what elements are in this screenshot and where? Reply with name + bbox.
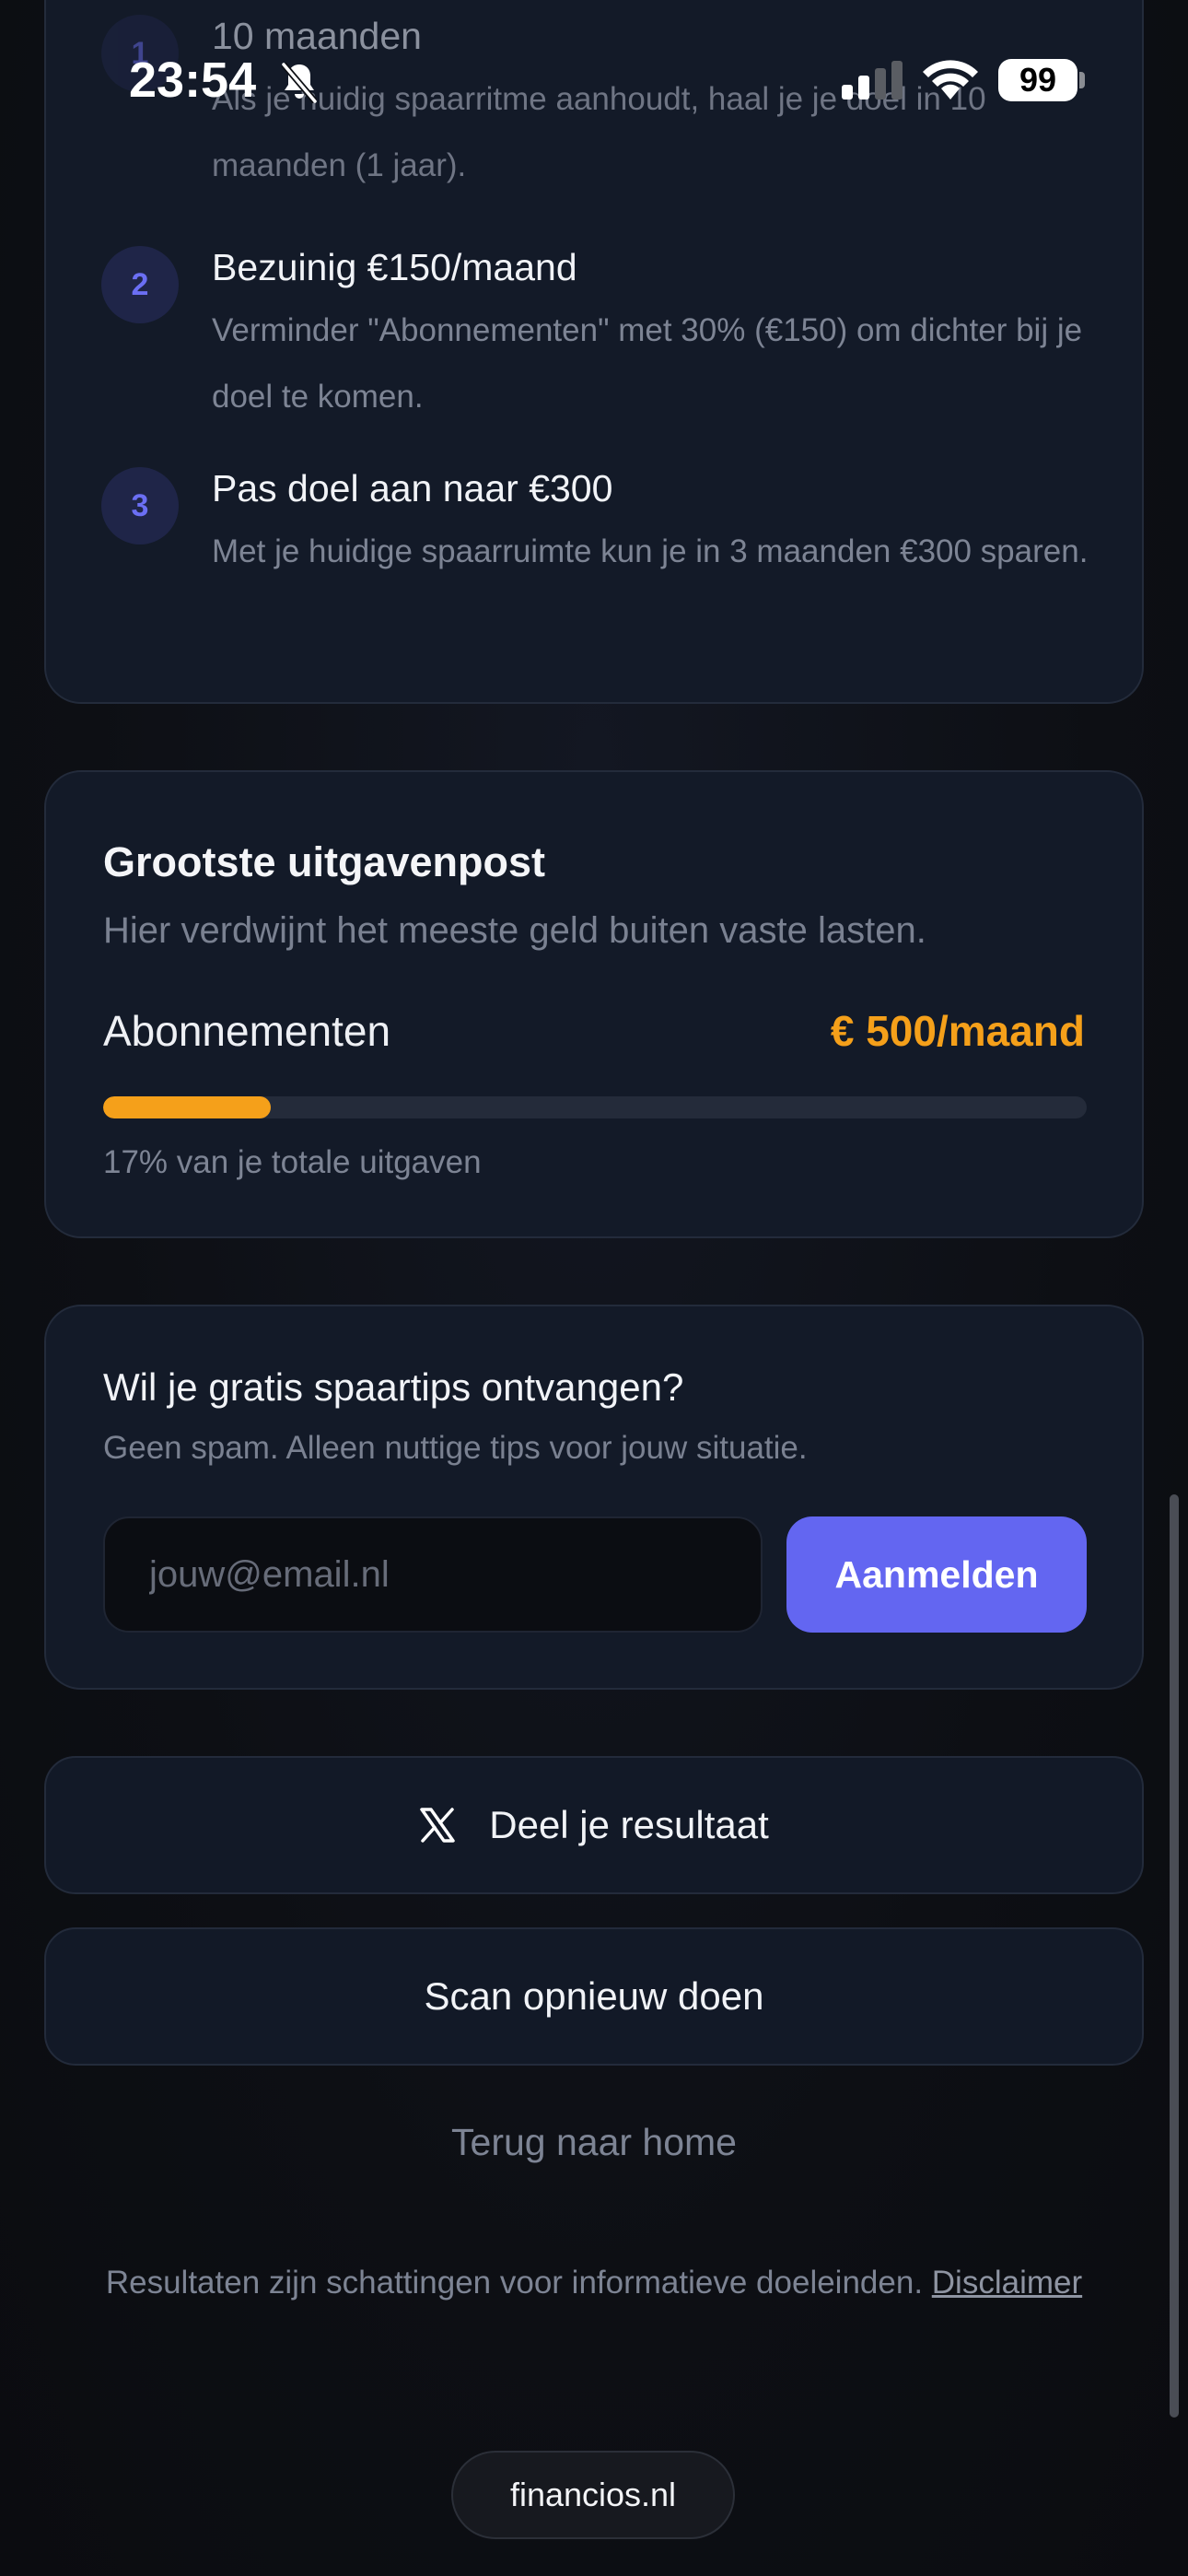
step-title: Pas doel aan naar €300 xyxy=(212,467,613,509)
browser-address-pill[interactable]: financios.nl xyxy=(451,2451,735,2539)
email-input[interactable] xyxy=(103,1516,763,1633)
share-result-button[interactable]: Deel je resultaat xyxy=(44,1756,1144,1894)
step-number-badge: 2 xyxy=(101,246,179,323)
expense-share-fill xyxy=(103,1096,271,1118)
expense-share-note: 17% van je totale uitgaven xyxy=(103,1144,482,1180)
expense-amount: € 500/maand xyxy=(830,1007,1085,1055)
disclaimer-footer: Resultaten zijn schattingen voor informa… xyxy=(0,2265,1188,2301)
bell-slash-icon xyxy=(281,62,318,104)
x-logo-icon xyxy=(420,1808,455,1843)
status-bar: 23:54 99 xyxy=(0,0,1188,157)
subscribe-button[interactable]: Aanmelden xyxy=(786,1516,1087,1633)
back-home-link[interactable]: Terug naar home xyxy=(0,2121,1188,2164)
status-time: 23:54 xyxy=(129,53,257,108)
newsletter-card: Wil je gratis spaartips ontvangen? Geen … xyxy=(44,1305,1144,1690)
rescan-label: Scan opnieuw doen xyxy=(424,1974,764,2018)
expense-category: Abonnementen xyxy=(103,1007,391,1055)
step-description: Met je huidige spaarruimte kun je in 3 m… xyxy=(212,533,1089,569)
battery-icon: 99 xyxy=(998,59,1077,101)
expense-share-bar xyxy=(103,1096,1087,1118)
step-description: Verminder "Abonnementen" met 30% (€150) … xyxy=(212,312,1083,415)
step-number-badge: 3 xyxy=(101,467,179,544)
cellular-signal-icon xyxy=(842,61,903,100)
disclaimer-text: Resultaten zijn schattingen voor informa… xyxy=(105,2265,924,2301)
battery-tip xyxy=(1079,72,1085,88)
share-result-label: Deel je resultaat xyxy=(489,1803,769,1846)
disclaimer-link[interactable]: Disclaimer xyxy=(932,2265,1082,2301)
scrollbar[interactable] xyxy=(1170,1494,1179,2418)
rescan-button[interactable]: Scan opnieuw doen xyxy=(44,1927,1144,2066)
expense-card-subtitle: Hier verdwijnt het meeste geld buiten va… xyxy=(103,910,926,951)
expense-card-title: Grootste uitgavenpost xyxy=(103,838,546,885)
newsletter-title: Wil je gratis spaartips ontvangen? xyxy=(103,1365,684,1409)
step-title: Bezuinig €150/maand xyxy=(212,246,577,288)
browser-domain: financios.nl xyxy=(509,2476,677,2513)
biggest-expense-card: Grootste uitgavenpost Hier verdwijnt het… xyxy=(44,770,1144,1238)
results-page: 1 10 maanden Als je huidig spaarritme aa… xyxy=(0,0,1188,2576)
wifi-icon xyxy=(923,60,978,100)
newsletter-subtitle: Geen spam. Alleen nuttige tips voor jouw… xyxy=(103,1430,808,1466)
